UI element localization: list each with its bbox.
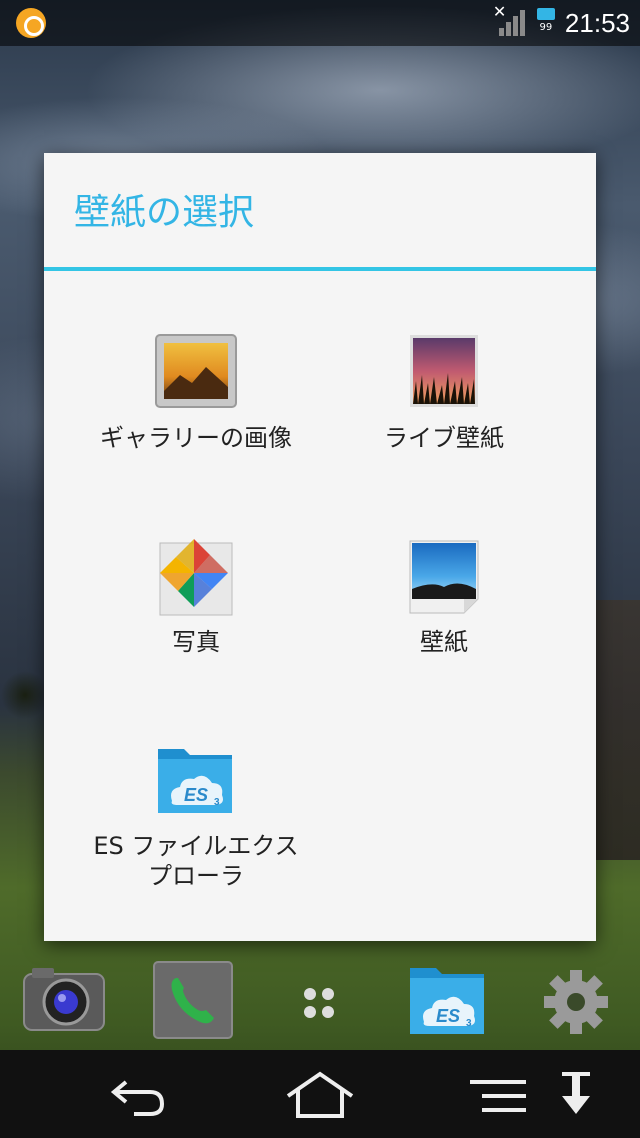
option-photos[interactable]: 写真 — [58, 535, 334, 715]
option-label: 写真 — [172, 628, 220, 656]
svg-text:ES: ES — [436, 1006, 460, 1026]
es-file-explorer-icon[interactable]: ES 3 — [406, 960, 490, 1040]
menu-icon[interactable] — [464, 1068, 544, 1124]
svg-text:3: 3 — [466, 1018, 472, 1029]
photos-icon — [154, 535, 238, 619]
gallery-icon — [154, 331, 238, 415]
live-wallpaper-icon — [402, 331, 486, 415]
option-es-file-explorer[interactable]: ES 3 ES ファイルエクスプローラ — [58, 739, 334, 919]
app-drawer-icon[interactable] — [278, 960, 362, 1040]
svg-text:3: 3 — [214, 797, 220, 808]
wallpaper-icon — [402, 535, 486, 619]
option-wallpaper[interactable]: 壁紙 — [306, 535, 582, 715]
settings-gear-icon[interactable] — [534, 960, 618, 1040]
option-live-wallpaper[interactable]: ライブ壁紙 — [306, 331, 582, 511]
option-label: 壁紙 — [420, 628, 468, 656]
option-label: ギャラリーの画像 — [100, 424, 292, 452]
status-clock: 21:53 — [564, 7, 630, 38]
camera-icon[interactable] — [22, 960, 106, 1040]
battery-icon: 99 — [536, 8, 555, 38]
dialog-title-divider — [44, 267, 596, 271]
home-dock: ES 3 — [0, 950, 640, 1050]
wallpaper-chooser-dialog: 壁紙の選択 ギャラリーの画像 ライブ壁紙 写真 壁紙 ES 3 ES ファイルエ… — [44, 153, 596, 941]
download-icon[interactable] — [548, 1068, 608, 1124]
status-right: ✕ 99 21:53 — [493, 2, 630, 39]
option-label: ライブ壁紙 — [384, 424, 504, 452]
signal-no-service-icon: ✕ — [493, 2, 527, 38]
status-bar: ✕ 99 21:53 — [0, 0, 640, 46]
navigation-bar — [0, 1050, 640, 1138]
back-icon[interactable] — [98, 1068, 178, 1124]
app-notification-icon — [16, 8, 46, 38]
es-file-explorer-icon: ES 3 — [154, 739, 238, 823]
option-gallery[interactable]: ギャラリーの画像 — [58, 331, 334, 511]
battery-level: 99 — [539, 22, 553, 33]
home-icon[interactable] — [280, 1068, 360, 1124]
option-label: ES ファイルエクスプローラ — [93, 832, 299, 890]
svg-text:ES: ES — [184, 785, 208, 805]
dialog-title: 壁紙の選択 — [74, 192, 255, 233]
phone-icon[interactable] — [152, 960, 236, 1040]
